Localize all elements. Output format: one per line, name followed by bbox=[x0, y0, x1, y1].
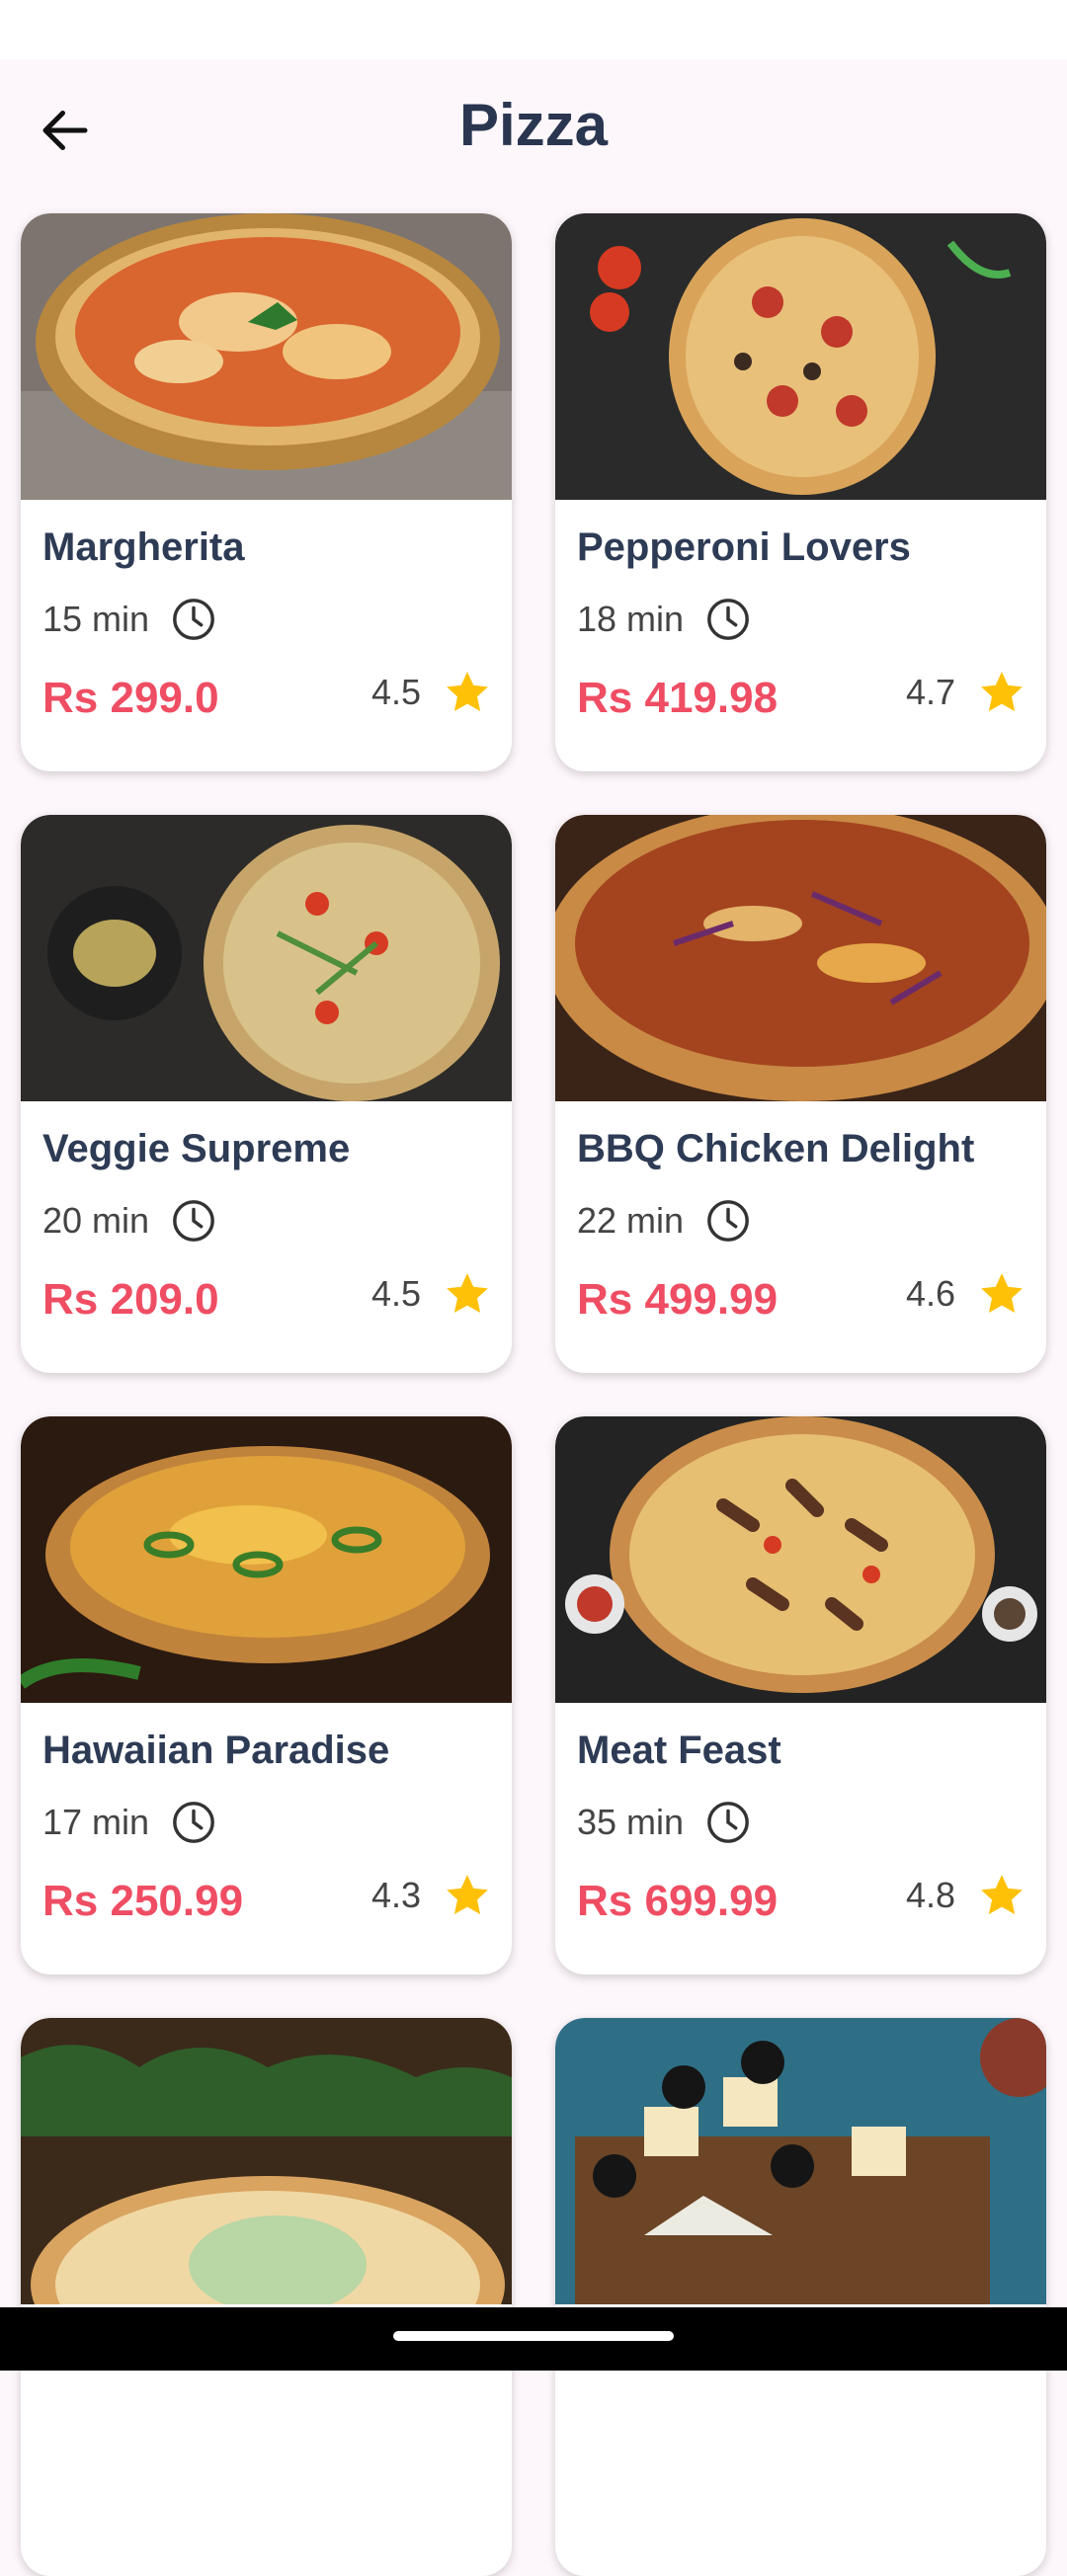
rating: 4.6 bbox=[906, 1269, 1026, 1319]
pizza-card-hawaiian-paradise[interactable]: Hawaiian Paradise 17 min Rs 250.99 4.3 bbox=[21, 1416, 512, 1974]
prep-time-label: 20 min bbox=[42, 1200, 150, 1241]
clock-icon bbox=[707, 1200, 749, 1242]
prep-time-label: 22 min bbox=[577, 1200, 685, 1241]
pizza-image bbox=[21, 815, 512, 1101]
prep-time-label: 35 min bbox=[577, 1802, 685, 1842]
prep-time: 18 min bbox=[577, 597, 751, 642]
star-icon bbox=[447, 1273, 488, 1313]
rating: 4.8 bbox=[906, 1871, 1026, 1920]
pizza-name: Margherita bbox=[42, 525, 245, 569]
pizza-card-margherita[interactable]: Margherita 15 min Rs 299.0 4.5 bbox=[21, 213, 512, 771]
page-title: Pizza bbox=[458, 92, 609, 158]
rating: 4.5 bbox=[371, 668, 492, 717]
home-gesture-handle[interactable] bbox=[393, 2331, 674, 2341]
rating-value: 4.8 bbox=[905, 1875, 955, 1915]
star-icon bbox=[981, 1273, 1023, 1313]
pizza-name: Pepperoni Lovers bbox=[577, 525, 911, 569]
pizza-name: Hawaiian Paradise bbox=[42, 1729, 390, 1772]
star-icon bbox=[447, 672, 488, 711]
clock-icon bbox=[707, 1802, 749, 1843]
prep-time-label: 18 min bbox=[577, 599, 685, 639]
price: Rs 699.99 bbox=[577, 1877, 779, 1925]
app-bar: Pizza bbox=[0, 59, 1067, 198]
clock-icon bbox=[173, 1802, 214, 1843]
status-bar bbox=[0, 0, 1067, 59]
pizza-image bbox=[21, 2018, 512, 2304]
pizza-name: Veggie Supreme bbox=[42, 1127, 351, 1170]
pizza-card-partial[interactable] bbox=[21, 2018, 512, 2576]
pizza-image bbox=[555, 213, 1046, 500]
rating-value: 4.3 bbox=[370, 1875, 421, 1915]
price: Rs 209.0 bbox=[42, 1275, 219, 1324]
prep-time: 35 min bbox=[577, 1800, 751, 1845]
rating: 4.7 bbox=[906, 668, 1026, 717]
pizza-card-bbq-chicken-delight[interactable]: BBQ Chicken Delight 22 min Rs 499.99 4.6 bbox=[555, 815, 1046, 1373]
prep-time: 22 min bbox=[577, 1198, 751, 1244]
rating: 4.5 bbox=[371, 1269, 492, 1319]
clock-icon bbox=[173, 599, 214, 640]
price: Rs 250.99 bbox=[42, 1877, 244, 1925]
pizza-card-pepperoni-lovers[interactable]: Pepperoni Lovers 18 min Rs 419.98 4.7 bbox=[555, 213, 1046, 771]
rating-value: 4.7 bbox=[905, 672, 955, 712]
pizza-image bbox=[21, 213, 512, 500]
clock-icon bbox=[707, 599, 749, 640]
prep-time: 20 min bbox=[42, 1198, 216, 1244]
rating-value: 4.5 bbox=[370, 672, 421, 712]
pizza-image bbox=[555, 1416, 1046, 1703]
pizza-name: Meat Feast bbox=[577, 1729, 781, 1772]
pizza-image bbox=[555, 815, 1046, 1101]
pizza-card-partial[interactable] bbox=[555, 2018, 1046, 2576]
price: Rs 499.99 bbox=[577, 1275, 779, 1324]
star-icon bbox=[981, 672, 1023, 711]
rating-value: 4.5 bbox=[370, 1273, 421, 1314]
pizza-card-meat-feast[interactable]: Meat Feast 35 min Rs 699.99 4.8 bbox=[555, 1416, 1046, 1974]
prep-time-label: 17 min bbox=[42, 1802, 150, 1842]
price: Rs 299.0 bbox=[42, 674, 219, 722]
price: Rs 419.98 bbox=[577, 674, 779, 722]
prep-time: 17 min bbox=[42, 1800, 216, 1845]
prep-time: 15 min bbox=[42, 597, 216, 642]
pizza-card-veggie-supreme[interactable]: Veggie Supreme 20 min Rs 209.0 4.5 bbox=[21, 815, 512, 1373]
clock-icon bbox=[173, 1200, 214, 1242]
rating-value: 4.6 bbox=[905, 1273, 955, 1314]
star-icon bbox=[981, 1875, 1023, 1914]
rating: 4.3 bbox=[371, 1871, 492, 1920]
navigation-bar bbox=[0, 2307, 1067, 2371]
pizza-image bbox=[555, 2018, 1046, 2304]
pizza-name: BBQ Chicken Delight bbox=[577, 1127, 975, 1170]
prep-time-label: 15 min bbox=[42, 599, 150, 639]
pizza-image bbox=[21, 1416, 512, 1703]
star-icon bbox=[447, 1875, 488, 1914]
